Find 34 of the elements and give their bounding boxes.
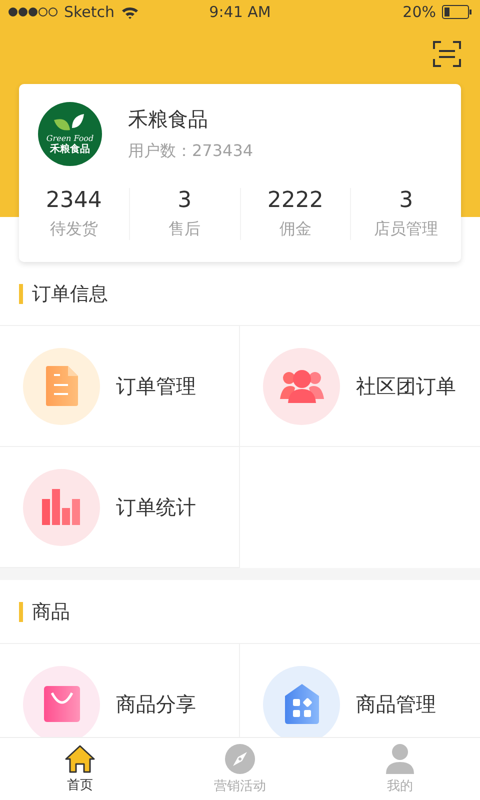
stat-value: 3 [178,188,192,213]
stat-label: 待发货 [50,219,98,240]
battery-icon [442,5,472,19]
section-marker [19,284,23,304]
menu-item[interactable]: 订单管理 [0,326,240,447]
house-icon [284,684,318,724]
section-title: 商品 [32,600,70,624]
shop-name: 禾粮食品 [128,106,209,133]
stat-value: 3 [399,188,414,213]
compass-icon [225,744,255,774]
shop-logo: Green Food 禾粮食品 [38,102,102,166]
menu-item[interactable]: 订单统计 [0,447,240,568]
carrier-name: Sketch [64,3,115,21]
shopping-bag-icon [44,686,80,722]
stat-value: 2344 [46,188,102,213]
stat-value: 2222 [267,188,324,213]
scan-icon[interactable] [433,41,461,67]
group-icon [280,369,324,403]
stat-label: 店员管理 [374,219,438,240]
section-title: 订单信息 [32,282,108,306]
section-marker [19,602,23,622]
menu-item[interactable]: 社区团订单 [240,326,480,447]
stat-label: 佣金 [279,219,312,240]
bar-chart-icon [42,489,82,525]
wifi-icon [120,6,139,18]
document-icon [46,366,78,406]
user-count: 用户数：273434 [128,141,254,162]
person-icon [386,744,414,774]
stat-label: 售后 [168,219,201,240]
tab-item[interactable]: 首页 [0,738,160,800]
status-time: 9:41 AM [209,3,271,21]
home-icon [65,744,95,772]
battery-percent: 20% [402,3,436,21]
signal-icon [8,7,58,17]
